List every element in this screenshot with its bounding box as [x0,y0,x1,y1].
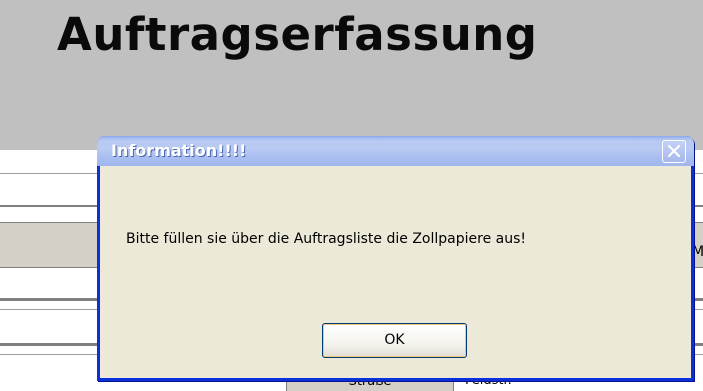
app-window: Auftragserfassung M Straße Feldstr. Info… [0,0,703,391]
dialog-message: Bitte füllen sie über die Auftragsliste … [126,231,526,247]
dialog-title: Information!!!! [111,141,247,160]
close-button[interactable] [662,140,686,163]
dialog-titlebar[interactable]: Information!!!! [97,136,694,166]
information-dialog: Information!!!! Bitte füllen sie über di… [97,136,694,381]
ok-button[interactable]: OK [322,323,467,358]
close-icon [667,144,681,158]
page-title: Auftragserfassung [57,8,538,61]
